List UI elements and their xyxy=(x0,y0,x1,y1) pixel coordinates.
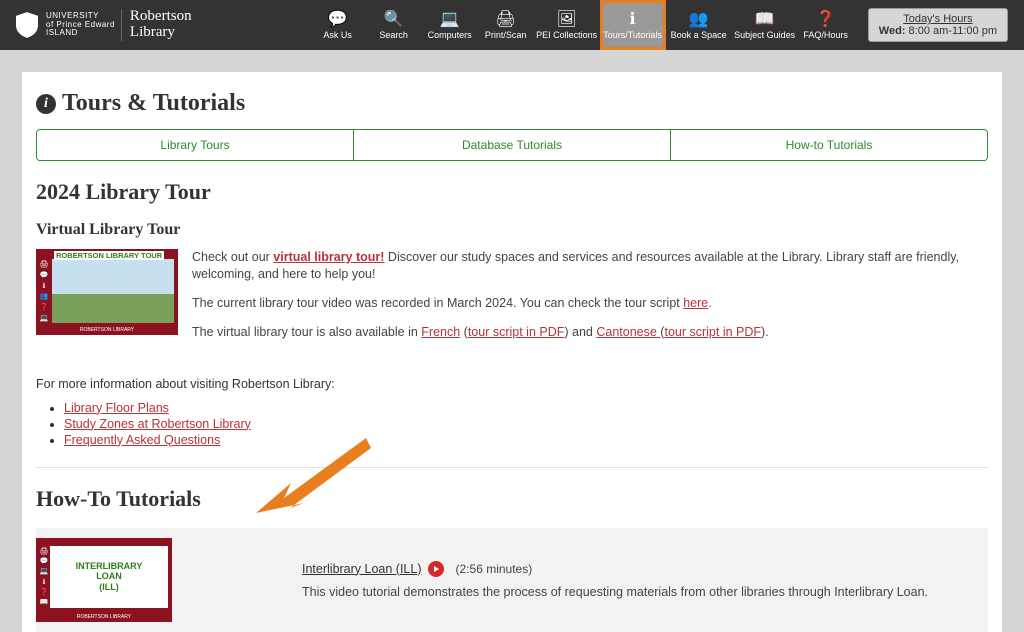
library-name-2: Library xyxy=(130,25,192,41)
ill-video-thumbnail[interactable]: 🖨💬💻ℹ❓📖 INTERLIBRARY LOAN (ILL) ROBERTSON… xyxy=(36,538,172,622)
cantonese-tour-link[interactable]: Cantonese xyxy=(596,325,660,339)
ill-duration: (2:56 minutes) xyxy=(456,562,533,576)
nav-faq-hours[interactable]: ❓ FAQ/Hours xyxy=(798,0,854,50)
site-logo[interactable]: UNIVERSITY of Prince Edward ISLAND Rober… xyxy=(16,9,192,41)
book-icon: 📖 xyxy=(756,10,774,28)
section-library-tour-title: 2024 Library Tour xyxy=(36,179,988,205)
tour-script-link[interactable]: here xyxy=(683,296,708,310)
ill-description: This video tutorial demonstrates the pro… xyxy=(302,585,928,599)
french-pdf-link[interactable]: tour script in PDF xyxy=(468,325,565,339)
top-navbar: UNIVERSITY of Prince Edward ISLAND Rober… xyxy=(0,0,1024,50)
nav-ask-us[interactable]: 💬 Ask Us xyxy=(310,0,366,50)
thumb-icon-column: 🖨💬ℹ👥❓💻 xyxy=(38,259,50,323)
printer-icon: 🖨 xyxy=(497,10,515,28)
ill-tutorial-link[interactable]: Interlibrary Loan (ILL) xyxy=(302,562,422,576)
tab-howto-tutorials[interactable]: How-to Tutorials xyxy=(671,130,987,160)
nav-subject-guides[interactable]: 📖 Subject Guides xyxy=(732,0,798,50)
howto-item-ill: 🖨💬💻ℹ❓📖 INTERLIBRARY LOAN (ILL) ROBERTSON… xyxy=(36,528,988,632)
nav-book-space[interactable]: 👥 Book a Space xyxy=(666,0,732,50)
thumb-label: ROBERTSON LIBRARY TOUR xyxy=(54,251,164,260)
cantonese-pdf-link[interactable]: tour script in PDF xyxy=(664,325,761,339)
hours-title: Today's Hours xyxy=(879,13,997,25)
floor-plans-link[interactable]: Library Floor Plans xyxy=(64,401,169,415)
library-name-1: Robertson xyxy=(130,9,192,25)
hours-time: Wed: 8:00 am-11:00 pm xyxy=(879,25,997,37)
nav-print-scan[interactable]: 🖨 Print/Scan xyxy=(478,0,534,50)
nav-pei-collections[interactable]: 🖼 PEI Collections xyxy=(534,0,600,50)
university-name-3: ISLAND xyxy=(46,29,115,38)
play-icon[interactable] xyxy=(428,561,444,577)
image-icon: 🖼 xyxy=(558,10,576,28)
nav-computers[interactable]: 💻 Computers xyxy=(422,0,478,50)
virtual-tour-link[interactable]: virtual library tour! xyxy=(273,250,384,264)
shield-icon xyxy=(16,12,38,38)
thumb-icon-column: 🖨💬💻ℹ❓📖 xyxy=(38,546,50,608)
tab-database-tutorials[interactable]: Database Tutorials xyxy=(354,130,671,160)
study-zones-link[interactable]: Study Zones at Robertson Library xyxy=(64,417,251,431)
virtual-tour-subtitle: Virtual Library Tour xyxy=(36,221,988,239)
info-icon: ℹ xyxy=(624,10,642,28)
section-tabs: Library Tours Database Tutorials How-to … xyxy=(36,129,988,161)
main-nav: 💬 Ask Us 🔍 Search 💻 Computers 🖨 Print/Sc… xyxy=(310,0,854,50)
info-links-list: Library Floor Plans Study Zones at Rober… xyxy=(36,401,988,447)
tour-video-thumbnail[interactable]: 🖨💬ℹ👥❓💻 ROBERTSON LIBRARY TOUR ROBERTSON … xyxy=(36,249,178,335)
french-tour-link[interactable]: French xyxy=(421,325,460,339)
search-icon: 🔍 xyxy=(385,10,403,28)
annotation-arrow xyxy=(256,418,376,528)
section-howto-title: How-To Tutorials xyxy=(36,486,988,512)
tab-library-tours[interactable]: Library Tours xyxy=(37,130,354,160)
chat-icon: 💬 xyxy=(329,10,347,28)
page-content: i Tours & Tutorials Library Tours Databa… xyxy=(22,72,1002,632)
nav-search[interactable]: 🔍 Search xyxy=(366,0,422,50)
people-icon: 👥 xyxy=(690,10,708,28)
tour-description: Check out our virtual library tour! Disc… xyxy=(192,249,988,353)
nav-tours-tutorials[interactable]: ℹ Tours/Tutorials xyxy=(600,0,666,50)
computer-icon: 💻 xyxy=(441,10,459,28)
page-info-icon: i xyxy=(36,94,56,114)
thumb-footer: ROBERTSON LIBRARY xyxy=(36,325,178,335)
thumb-footer: ROBERTSON LIBRARY xyxy=(36,612,172,622)
todays-hours[interactable]: Today's Hours Wed: 8:00 am-11:00 pm xyxy=(868,8,1008,42)
question-icon: ❓ xyxy=(817,10,835,28)
faq-link[interactable]: Frequently Asked Questions xyxy=(64,433,220,447)
more-info-line: For more information about visiting Robe… xyxy=(36,377,988,391)
page-title: Tours & Tutorials xyxy=(62,90,245,117)
